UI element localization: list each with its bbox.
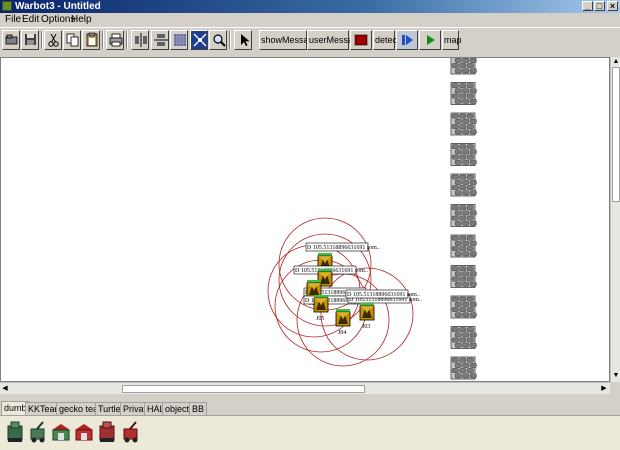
agent-palette [0,415,620,450]
vertical-scrollbar[interactable]: ▲ ▼ [610,57,620,382]
paste-button[interactable] [82,30,100,50]
detect-button[interactable]: detect [373,30,400,50]
wall-block [450,143,477,166]
wall-block [450,265,477,288]
step-icon [402,35,413,45]
map-button[interactable]: map [442,30,462,50]
select-pointer-button[interactable] [234,30,252,50]
agent-energy-bar [336,309,350,312]
tab-bb[interactable]: BB [189,402,208,415]
scroll-down-arrow[interactable]: ▼ [612,372,620,380]
base-icon[interactable] [50,420,72,444]
copy-icon [66,33,79,47]
save-button[interactable] [21,30,39,50]
simulation-view: D 105.51318896631691 som..D 105.51318896… [267,58,477,380]
wall-column [450,58,477,380]
menu-file[interactable]: File [5,14,21,25]
save-icon [25,34,36,45]
team-tabs: dumb KKTeam gecko team Turtle Privat HAL… [0,401,620,415]
agent[interactable]: D 105.51318896631691 som.. J03 [345,289,420,330]
user-message-button[interactable]: userMessage [307,30,363,50]
scroll-right-arrow[interactable]: ▶ [600,385,608,393]
printer-icon [109,33,123,47]
scroll-corner [610,382,620,394]
app-window: Warbot3 - Untitled _ □ × File Edit Optio… [0,0,620,450]
agent-name: J03 [362,324,370,330]
toolbar-separator [126,31,128,49]
magnifier-icon [213,34,226,47]
agent-energy-bar [318,269,332,272]
agents-layer: D 105.51318896631691 som..D 105.51318896… [293,242,422,336]
wall-block [450,204,477,227]
title-bar: Warbot3 - Untitled _ □ × [0,0,620,13]
cut-button[interactable] [44,30,62,50]
vertical-scroll-thumb[interactable] [612,67,620,202]
wall-block [450,234,477,258]
agent-label: D 105.51318896631691 som.. [347,292,420,298]
simulation-canvas[interactable]: D 105.51318896631691 som..D 105.51318896… [0,57,610,382]
scissors-icon [48,33,59,47]
agent-energy-bar [318,253,332,256]
agent-energy-bar [360,303,374,306]
agent[interactable]: D 105.51318896631691 som.. J04 [335,294,422,336]
toolbar-separator [229,31,231,49]
toolbar: showMessages userMessage detect map [0,27,620,51]
wall-block [450,112,477,136]
agent-name: J04 [338,330,346,336]
menu-edit[interactable]: Edit [22,14,39,25]
minimize-button[interactable]: _ [582,1,593,11]
wall-block [450,356,477,380]
close-button[interactable]: × [607,1,618,11]
fit-view-button[interactable] [190,30,208,50]
window-title: Warbot3 - Untitled [15,1,101,12]
horizontal-scrollbar[interactable]: ◀ ▶ [0,382,610,394]
maximize-button[interactable]: □ [594,1,605,11]
wall-block [450,82,477,105]
rocket-launcher-red-icon[interactable] [96,420,118,444]
toolbar-separator [41,31,43,49]
step-button[interactable] [396,30,418,50]
wall-block [450,295,477,319]
fit-view-icon [193,33,207,47]
play-icon [427,35,435,45]
paste-icon [86,32,98,47]
grid-icon [174,34,186,46]
home-icon[interactable] [73,420,95,444]
grid-button[interactable] [170,30,188,50]
menu-bar: File Edit Options Help [0,13,620,26]
app-icon [2,1,12,11]
stop-icon [354,34,368,46]
agent-label: D 105.51318896631691 som.. [307,245,380,251]
scroll-up-arrow[interactable]: ▲ [612,58,620,66]
align-vertical-icon [154,34,168,46]
pointer-icon [241,34,250,46]
horizontal-scroll-thumb[interactable] [122,385,365,393]
menu-help[interactable]: Help [71,14,92,25]
explorer-icon[interactable] [27,420,49,444]
stop-button[interactable] [350,30,372,50]
explorer-red-icon[interactable] [120,420,142,444]
agent-energy-bar [307,280,321,283]
align-horizontal-button[interactable] [131,30,149,50]
align-vertical-button[interactable] [151,30,169,50]
wall-block [450,173,477,197]
open-button[interactable] [2,30,20,50]
print-button[interactable] [106,30,124,50]
rocket-launcher-icon[interactable] [4,420,26,444]
zoom-button[interactable] [209,30,227,50]
open-icon [5,34,18,45]
align-horizontal-icon [135,33,147,47]
agent-name: J05 [316,316,324,322]
agent-energy-bar [314,295,328,298]
play-button[interactable] [419,30,441,50]
scroll-left-arrow[interactable]: ◀ [1,385,9,393]
wall-block [450,58,477,75]
wall-block [450,326,477,349]
copy-button[interactable] [63,30,81,50]
toolbar-separator [102,31,104,49]
show-messages-button[interactable]: showMessages [259,30,323,50]
